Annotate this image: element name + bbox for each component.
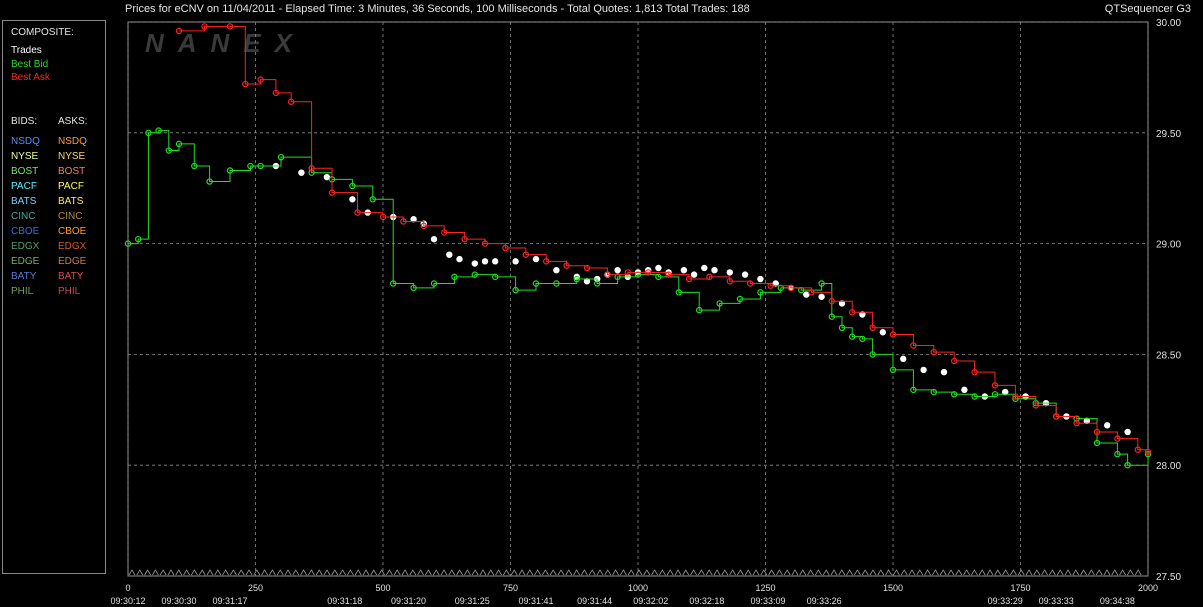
x-tick-label: 1250 [755,583,775,593]
trade-point [481,258,489,265]
time-label: 09:30:12 [110,596,145,606]
time-label: 09:32:02 [633,596,668,606]
trade-point [900,355,907,363]
trade-point [456,255,463,263]
trade-point [532,255,540,263]
trade-point [512,258,519,265]
x-tick-label: 750 [503,583,518,593]
trade-point [741,271,749,278]
y-tick-label: 28.00 [1156,461,1181,472]
trade-point [920,366,927,374]
x-tick-label: 500 [375,583,390,593]
time-label: 09:31:18 [327,596,362,606]
trade-point [726,269,733,276]
time-label: 09:31:44 [577,596,612,606]
trade-point [298,169,305,176]
trade-point [961,386,968,394]
trade-point [492,258,499,265]
y-tick-label: 29.00 [1156,240,1181,251]
price-chart[interactable]: NANEX 30.00 29.50 29.00 28.50 28.00 27.50 0 250 5… [0,0,1203,607]
trade-point [614,266,621,274]
time-label: 09:34:38 [1100,596,1135,606]
trade-point [680,266,688,274]
trade-point [690,271,698,278]
y-tick-label: 30.00 [1156,18,1181,29]
time-label: 09:33:09 [751,596,786,606]
time-label: 09:32:18 [689,596,724,606]
y-tick-label: 29.50 [1156,129,1181,140]
x-tick-label: 1750 [1010,583,1030,593]
y-tick-label: 27.50 [1156,572,1181,583]
time-label: 09:30:30 [161,596,196,606]
trade-point [1124,428,1131,436]
time-label: 09:31:17 [212,596,247,606]
x-tick-label: 0 [125,583,130,593]
time-label: 09:33:33 [1039,596,1074,606]
time-label: 09:33:29 [988,596,1023,606]
trade-point [655,264,662,272]
x-tick-label: 2000 [1138,583,1158,593]
trade-point [879,329,886,336]
time-label: 09:31:25 [455,596,490,606]
time-label: 09:31:41 [518,596,553,606]
trade-point [471,260,478,267]
trade-point [940,368,948,376]
y-tick-label: 28.50 [1156,350,1181,361]
trade-point [430,235,438,243]
trade-point [818,293,825,300]
trade-point [701,264,708,272]
time-label: 09:33:26 [807,596,842,606]
x-tick-label: 250 [248,583,263,593]
trade-point [757,275,764,283]
x-tick-label: 1500 [883,583,903,593]
trade-point [349,196,356,203]
trade-point [446,251,453,258]
trade-point [711,266,718,274]
watermark: NANEX [145,28,306,58]
x-tick-label: 1000 [628,583,648,593]
trade-point [1104,422,1111,429]
trade-point [553,266,560,274]
time-label: 09:31:20 [391,596,426,606]
